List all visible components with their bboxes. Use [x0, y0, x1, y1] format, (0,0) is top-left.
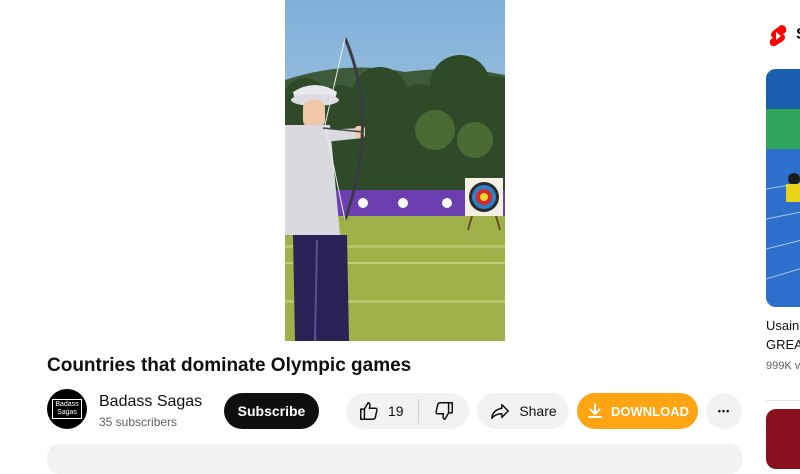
thumbnail-image [766, 69, 800, 307]
download-button[interactable]: DOWNLOAD [577, 393, 698, 429]
shorts-section-label: S [796, 26, 800, 44]
download-icon [588, 403, 602, 418]
more-icon: ••• [717, 406, 731, 416]
recommended-short-title[interactable]: Usain GREA [766, 316, 800, 354]
like-count: 19 [388, 403, 404, 419]
like-button[interactable]: 19 [346, 393, 418, 429]
avatar-logo-line2: Sagas [57, 409, 77, 416]
recommended-short-thumbnail[interactable] [766, 69, 800, 307]
more-actions-button[interactable]: ••• [706, 393, 742, 429]
shorts-icon [768, 24, 788, 53]
recommended-short-thumbnail-2[interactable] [766, 409, 800, 469]
like-dislike-group: 19 [346, 393, 469, 429]
dislike-button[interactable] [419, 393, 469, 429]
share-label: Share [519, 403, 557, 419]
share-button[interactable]: Share [477, 393, 569, 429]
rec-title-line2: GREA [766, 337, 800, 352]
like-icon [360, 402, 378, 420]
video-player[interactable] [285, 0, 505, 341]
rec-title-line1: Usain [766, 318, 800, 333]
avatar-logo-line1: Badass [55, 401, 79, 408]
subscribe-button[interactable]: Subscribe [224, 393, 319, 429]
dislike-icon [435, 402, 453, 420]
subscriber-count: 35 subscribers [99, 415, 178, 429]
avatar-logo: Badass Sagas [52, 399, 82, 419]
share-icon [491, 403, 510, 420]
video-frame-scene [285, 0, 505, 341]
recommendation-divider [766, 400, 800, 401]
description-box[interactable] [47, 444, 742, 474]
channel-avatar[interactable]: Badass Sagas [47, 389, 87, 429]
channel-name[interactable]: Badass Sagas [99, 393, 202, 411]
recommended-short-views: 999K v [766, 360, 800, 372]
download-label: DOWNLOAD [611, 403, 689, 419]
video-title: Countries that dominate Olympic games [47, 355, 412, 376]
